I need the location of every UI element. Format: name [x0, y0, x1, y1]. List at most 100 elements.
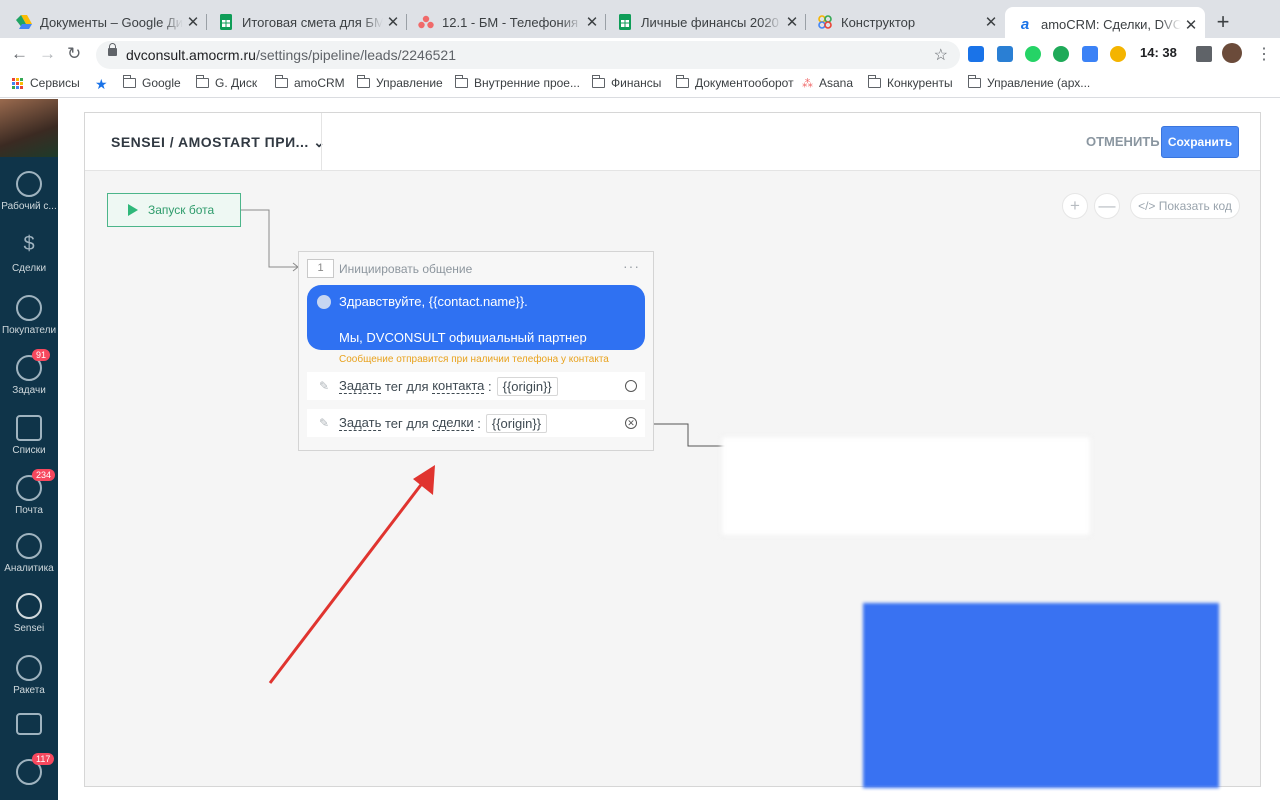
sidebar-item-lists[interactable]: Списки — [0, 415, 58, 456]
output-port[interactable] — [625, 380, 637, 392]
sidebar-item-tasks[interactable]: 91 Задачи — [0, 349, 58, 396]
bookmark-management[interactable]: Управление — [357, 75, 443, 90]
back-arrow-icon[interactable]: ← — [11, 44, 28, 64]
bookmark-g-drive[interactable]: G. Диск — [196, 75, 257, 90]
node-title[interactable]: Инициировать общение — [339, 262, 472, 276]
folder-icon — [868, 75, 881, 88]
mail-badge: 234 — [32, 469, 56, 481]
close-icon[interactable]: ✕ — [1181, 16, 1201, 34]
folder-icon — [123, 75, 136, 88]
pencil-icon[interactable]: ✎ — [319, 379, 333, 393]
sidebar-item-customers[interactable]: Покупатели — [0, 295, 58, 336]
chats-badge: 117 — [32, 753, 55, 765]
address-bar[interactable]: dvconsult.amocrm.ru/settings/pipeline/le… — [96, 41, 960, 69]
apps-grid-icon — [12, 77, 23, 89]
address-toolbar: ← → ↻ dvconsult.amocrm.ru/settings/pipel… — [0, 38, 1280, 72]
sidebar-item-leads[interactable]: $ Сделки — [0, 233, 58, 274]
sidebar-item-settings[interactable] — [0, 713, 58, 739]
close-icon[interactable]: ✕ — [782, 13, 802, 31]
bookmark-documents[interactable]: Документооборот — [676, 75, 794, 90]
sidebar-item-sensei[interactable]: Sensei — [0, 593, 58, 634]
message-condition-note: Сообщение отправится при наличии телефон… — [339, 354, 609, 365]
sidebar-item-chats[interactable]: 117 — [0, 753, 58, 789]
tag-value-chip[interactable]: {{origin}} — [496, 376, 558, 396]
folder-icon — [196, 75, 209, 88]
amocrm-icon: a — [1020, 16, 1030, 33]
bookmark-asana[interactable]: ⁂ Asana — [802, 76, 853, 90]
user-avatar[interactable] — [0, 99, 58, 157]
tab-personal-finance[interactable]: Личные финансы 2020 - Go✕ — [605, 7, 806, 37]
bookmarks-bar: Сервисы ★ Google G. Диск amoCRM Управлен… — [0, 72, 1280, 98]
customers-icon — [16, 295, 42, 321]
more-vert-icon[interactable]: ⋮ — [1256, 44, 1272, 64]
sidebar-item-rocket[interactable]: Ракета — [0, 655, 58, 696]
tab-asana[interactable]: 12.1 - БМ - Телефония - Asa✕ — [406, 7, 606, 37]
close-icon[interactable]: ✕ — [183, 13, 203, 31]
flag-extension-icon[interactable] — [968, 46, 984, 62]
pencil-icon[interactable]: ✎ — [319, 416, 333, 430]
blurred-node[interactable] — [721, 436, 1091, 536]
profile-avatar[interactable] — [1222, 43, 1242, 63]
a-extension-icon[interactable] — [1082, 46, 1098, 62]
sheets-icon — [218, 14, 234, 30]
bot-avatar-icon — [317, 295, 331, 309]
close-icon[interactable]: ✕ — [582, 13, 602, 31]
reload-icon[interactable]: ↻ — [67, 44, 81, 64]
bookmark-finance[interactable]: Финансы — [592, 75, 661, 90]
close-icon[interactable]: ✕ — [981, 13, 1001, 31]
folder-icon — [676, 75, 689, 88]
asana-icon: ⁂ — [802, 77, 813, 90]
amocrm-sidebar: Рабочий с... $ Сделки Покупатели 91 Задачи… — [0, 99, 58, 800]
message-bubble[interactable]: Здравствуйте, {{contact.name}}. Мы, DVCO… — [307, 285, 645, 350]
forward-arrow-icon[interactable]: → — [39, 44, 56, 64]
bookmark-star-icon[interactable]: ☆ — [934, 45, 948, 65]
bot-editor-panel: SENSEI / AMOSTART ПРИ... ⌄ ОТМЕНИТЬ Сохр… — [84, 112, 1261, 788]
browser-tab-bar: Документы – Google Диск ✕ Итоговая смета … — [0, 0, 1280, 42]
tab-amocrm-active[interactable]: a amoCRM: Сделки, DVCONS✕ — [1005, 7, 1205, 42]
tab-sheets-estimate[interactable]: Итоговая смета для БМ - G✕ — [206, 7, 407, 37]
gear-extension-icon[interactable] — [1110, 46, 1126, 62]
whatsapp-extension-icon[interactable] — [1025, 46, 1041, 62]
node-menu-icon[interactable]: ··· — [623, 258, 640, 274]
dollar-icon: $ — [23, 233, 35, 255]
clock-extension[interactable]: 14: 38 — [1140, 45, 1177, 60]
star-bookmark-icon[interactable]: ★ — [95, 76, 108, 93]
sidebar-item-mail[interactable]: 234 Почта — [0, 469, 58, 516]
sidebar-item-dashboard[interactable]: Рабочий с... — [0, 171, 58, 212]
bookmark-services[interactable]: Сервисы — [12, 76, 80, 90]
analytics-icon — [16, 533, 42, 559]
action-set-contact-tag[interactable]: ✎ Задать тег для контакта : {{origin}} — [307, 372, 645, 400]
lock-icon — [108, 43, 117, 56]
sheets-icon — [617, 14, 633, 30]
tab-constructor[interactable]: Конструктор ✕ — [805, 7, 1005, 37]
folder-icon — [968, 75, 981, 88]
list-icon — [16, 415, 42, 441]
folder-icon — [357, 75, 370, 88]
bookmark-management-archive[interactable]: Управление (арх... — [968, 75, 1090, 90]
rocket-icon — [16, 655, 42, 681]
tag-value-chip[interactable]: {{origin}} — [485, 413, 548, 433]
folder-icon — [455, 75, 468, 88]
output-port-connected[interactable]: ✕ — [625, 417, 637, 429]
url-text[interactable]: dvconsult.amocrm.ru/settings/pipeline/le… — [126, 47, 456, 63]
close-icon[interactable]: ✕ — [383, 13, 403, 31]
puzzle-icon[interactable] — [1196, 46, 1212, 62]
s-extension-icon[interactable] — [997, 46, 1013, 62]
tab-google-drive[interactable]: Документы – Google Диск ✕ — [4, 7, 207, 37]
folder-icon — [275, 75, 288, 88]
message-node[interactable]: 1 Инициировать общение ··· Здравствуйте,… — [298, 251, 654, 451]
constructor-icon — [817, 14, 833, 30]
sidebar-item-analytics[interactable]: Аналитика — [0, 533, 58, 574]
new-tab-button[interactable]: + — [1212, 9, 1234, 35]
play-extension-icon[interactable] — [1053, 46, 1069, 62]
sensei-icon — [16, 593, 42, 619]
drive-icon — [16, 14, 32, 30]
bookmark-competitors[interactable]: Конкуренты — [868, 75, 953, 90]
bookmark-google[interactable]: Google — [123, 75, 181, 90]
folder-icon — [592, 75, 605, 88]
bookmark-amocrm[interactable]: amoCRM — [275, 75, 345, 90]
tasks-badge: 91 — [32, 349, 51, 361]
blurred-message-node[interactable] — [863, 603, 1219, 788]
action-set-lead-tag[interactable]: ✎ Задать тег для сделки : {{origin}} ✕ — [307, 409, 645, 437]
bookmark-internal-projects[interactable]: Внутренние прое... — [455, 75, 580, 90]
